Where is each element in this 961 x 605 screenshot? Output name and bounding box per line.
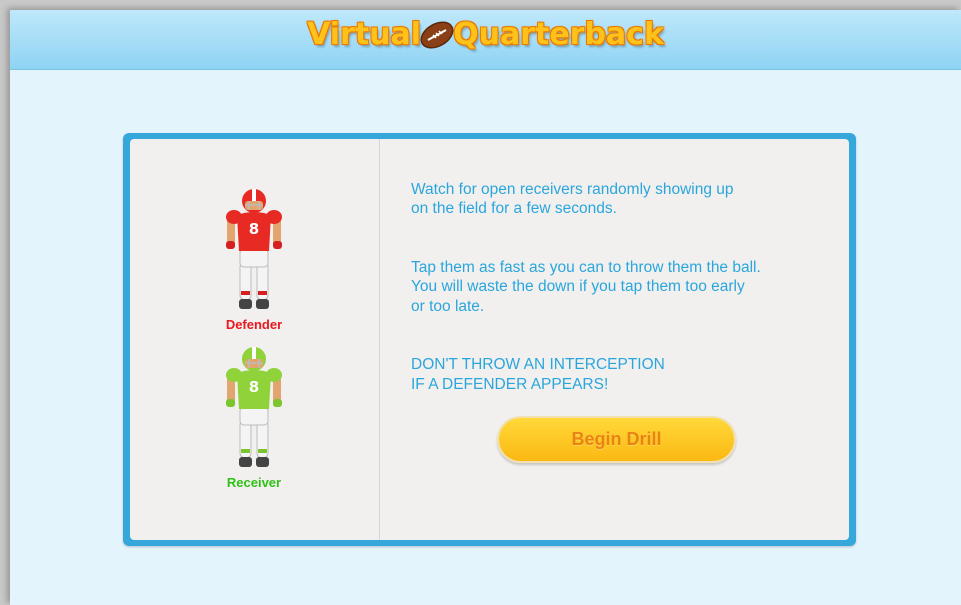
instruction-paragraph-2: Tap them as fast as you can to throw the… <box>411 258 761 315</box>
app-window: Virtual Quarterback 8 Defender 8 Receive… <box>10 10 961 605</box>
receiver-figure: 8 <box>226 347 282 467</box>
instruction-paragraph-3: DON'T THROW AN INTERCEPTION IF A DEFENDE… <box>411 356 665 393</box>
svg-text:8: 8 <box>249 220 259 238</box>
svg-text:8: 8 <box>249 378 259 396</box>
defender-label: Defender <box>225 317 283 332</box>
defender-figure: 8 <box>226 189 282 309</box>
football-icon <box>420 20 454 49</box>
instruction-paragraph-1: Watch for open receivers randomly showin… <box>411 180 734 218</box>
card-panel: 8 Defender 8 Receiver Watch for open rec… <box>130 139 849 540</box>
instructions-card: 8 Defender 8 Receiver Watch for open rec… <box>123 133 856 546</box>
begin-drill-button[interactable]: Begin Drill <box>497 416 736 463</box>
panel-divider <box>379 139 380 540</box>
title-right: Quarterback <box>453 17 664 52</box>
header-bar: Virtual Quarterback <box>10 10 961 70</box>
instructions-text: Watch for open receivers randomly showin… <box>411 160 831 433</box>
receiver-label: Receiver <box>226 475 282 490</box>
app-title: Virtual Quarterback <box>10 16 961 52</box>
title-left: Virtual <box>307 17 422 52</box>
